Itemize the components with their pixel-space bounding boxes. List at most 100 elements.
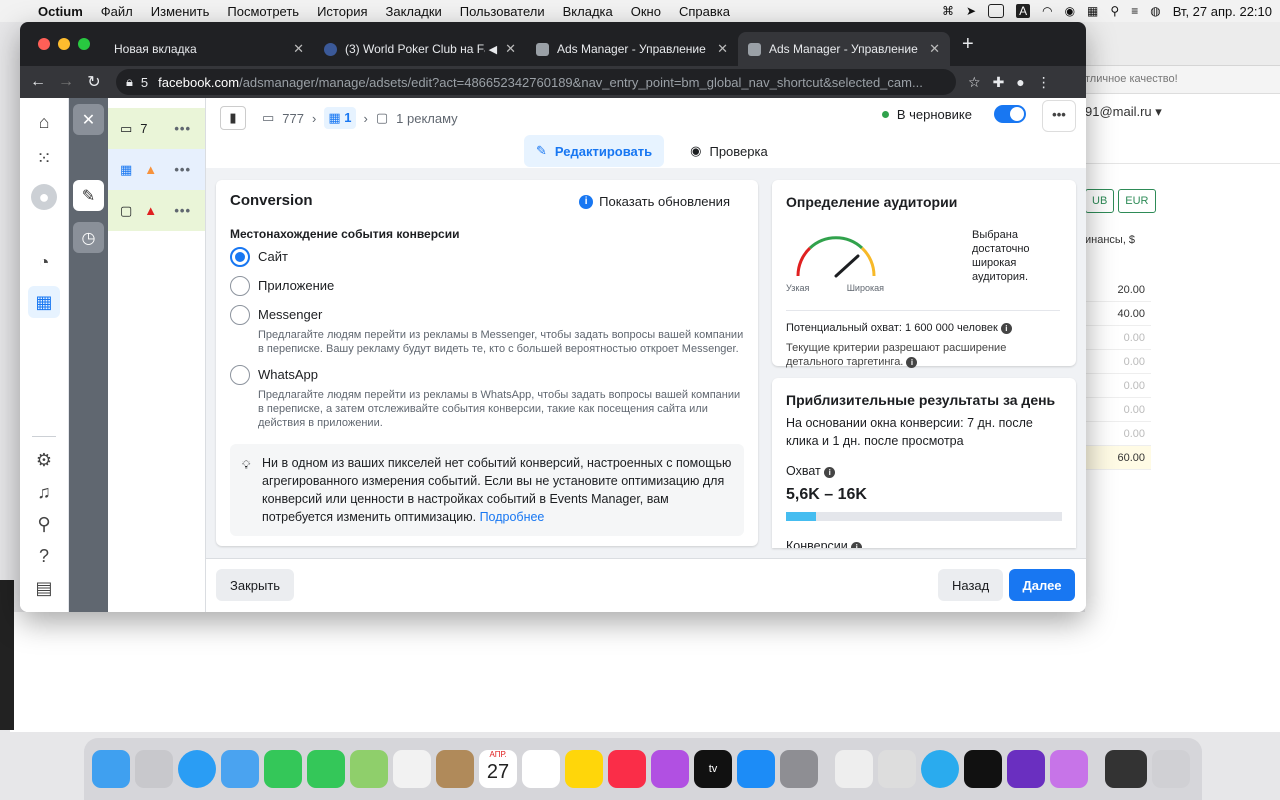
close-tab-icon[interactable]: ✕ xyxy=(929,41,940,57)
close-tab-icon[interactable]: ✕ xyxy=(293,41,304,57)
crumb-campaign[interactable]: 777 xyxy=(282,111,304,126)
close-window-button[interactable] xyxy=(38,38,50,50)
radio-option-whatsapp[interactable]: WhatsApp Предлагайте людям перейти из ре… xyxy=(230,365,744,430)
photos-icon[interactable] xyxy=(393,750,431,788)
history-clock-icon[interactable]: ◷ xyxy=(73,222,104,253)
telegram-icon[interactable] xyxy=(921,750,959,788)
radio-button[interactable] xyxy=(230,276,250,296)
siri-icon[interactable]: ◍ xyxy=(1150,4,1160,18)
new-tab-button[interactable]: + xyxy=(962,33,974,56)
apps-grid-icon[interactable]: ⁙ xyxy=(30,144,58,172)
close-button[interactable]: Закрыть xyxy=(216,569,295,601)
help-icon[interactable]: ? xyxy=(30,542,58,570)
spotlight-icon[interactable]: ⚲ xyxy=(1110,4,1119,18)
forward-icon[interactable]: → xyxy=(52,73,80,91)
browser-tab[interactable]: Ads Manager - Управление ре ✕ xyxy=(526,32,738,66)
back-button[interactable]: Назад xyxy=(938,569,1004,601)
edit-pencil-icon[interactable]: ✎ xyxy=(73,180,104,211)
maps-icon[interactable] xyxy=(350,750,388,788)
telegram-icon[interactable]: ➤ xyxy=(966,4,976,18)
safari-icon[interactable] xyxy=(178,750,216,788)
radio-option-messenger[interactable]: Messenger Предлагайте людям перейти из р… xyxy=(230,305,744,356)
tree-adset-row[interactable]: ▦ ▲ ••• xyxy=(108,149,205,190)
omnibox[interactable]: 🔒︎ 5 facebook.com/adsmanager/manage/adse… xyxy=(116,69,956,95)
launchpad-icon[interactable] xyxy=(135,750,173,788)
menu-item[interactable]: Посмотреть xyxy=(227,4,299,19)
info-icon[interactable]: i xyxy=(906,357,918,368)
currency-button[interactable]: UB xyxy=(1085,189,1115,213)
more-options-icon[interactable]: ••• xyxy=(174,121,191,136)
textedit-icon[interactable] xyxy=(835,750,873,788)
extensions-icon[interactable]: ✚ xyxy=(993,74,1005,91)
settings-gear-icon[interactable]: ⚙ xyxy=(30,446,58,474)
close-tab-icon[interactable]: ✕ xyxy=(505,41,516,57)
apple-tv-icon[interactable]: tv xyxy=(694,750,732,788)
reload-icon[interactable]: ↻ xyxy=(80,72,108,92)
info-icon[interactable]: i xyxy=(1000,323,1012,334)
menu-item[interactable]: Окно xyxy=(631,4,661,19)
menu-item[interactable]: Изменить xyxy=(151,4,210,19)
audio-icon[interactable]: ◀ xyxy=(489,43,497,56)
reports-icon[interactable]: ▤ xyxy=(30,574,58,602)
more-options-icon[interactable]: ••• xyxy=(174,203,191,218)
minimized-window-icon[interactable] xyxy=(1105,750,1147,788)
radio-button[interactable] xyxy=(230,365,250,385)
browser-tab[interactable]: (3) World Poker Club на Fa ◀ ✕ xyxy=(314,32,526,66)
ads-manager-table-icon[interactable]: ▦ xyxy=(28,286,60,318)
avatar[interactable]: ● xyxy=(31,184,57,210)
contacts-icon[interactable] xyxy=(436,750,474,788)
back-icon[interactable]: ← xyxy=(24,73,52,91)
draft-toggle[interactable] xyxy=(994,105,1026,123)
more-actions-button[interactable]: ••• xyxy=(1042,100,1076,132)
radio-option-app[interactable]: Приложение xyxy=(230,276,744,296)
menu-item[interactable]: Справка xyxy=(679,4,730,19)
radio-button[interactable] xyxy=(230,305,250,325)
tree-ad-row[interactable]: ▢ ▲ ••• xyxy=(108,190,205,231)
system-preferences-icon[interactable] xyxy=(780,750,818,788)
menu-item[interactable]: Пользователи xyxy=(460,4,545,19)
clock[interactable]: Вт, 27 апр. 22:10 xyxy=(1173,4,1272,19)
crumb-ads[interactable]: 1 рекламу xyxy=(396,111,458,126)
finder-icon[interactable] xyxy=(92,750,130,788)
info-icon[interactable]: i xyxy=(851,542,863,548)
app-store-icon[interactable] xyxy=(737,750,775,788)
menu-kebab-icon[interactable]: ⋮ xyxy=(1037,74,1051,91)
mail-icon[interactable] xyxy=(221,750,259,788)
music-icon[interactable] xyxy=(608,750,646,788)
app-icon[interactable] xyxy=(1007,750,1045,788)
printer-icon[interactable] xyxy=(878,750,916,788)
home-icon[interactable]: ⌂ xyxy=(30,108,58,136)
radio-option-website[interactable]: Сайт xyxy=(230,247,744,267)
close-editor-icon[interactable]: ✕ xyxy=(73,104,104,135)
search-icon[interactable]: ⚲ xyxy=(30,510,58,538)
bookmark-star-icon[interactable]: ☆ xyxy=(968,74,981,91)
crumb-adset[interactable]: ▦ 1 xyxy=(324,107,356,129)
keyboard-icon[interactable]: ▦ xyxy=(1087,4,1098,18)
radio-button-selected[interactable] xyxy=(230,247,250,267)
paste-icon[interactable]: ⌘ xyxy=(942,4,954,18)
menu-item[interactable]: Файл xyxy=(101,4,133,19)
podcasts-icon[interactable] xyxy=(651,750,689,788)
facetime-icon[interactable] xyxy=(264,750,302,788)
notifications-bell-icon[interactable]: ♫ xyxy=(30,478,58,506)
calendar-icon[interactable]: АПР. 27 xyxy=(479,750,517,788)
menu-item[interactable]: Закладки xyxy=(386,4,442,19)
learn-more-link[interactable]: Подробнее xyxy=(480,510,545,524)
reminders-icon[interactable] xyxy=(522,750,560,788)
show-updates-button[interactable]: i Показать обновления xyxy=(579,194,730,209)
terminal-icon[interactable] xyxy=(964,750,1002,788)
edit-mode-button[interactable]: ✎ Редактировать xyxy=(524,135,665,167)
close-tab-icon[interactable]: ✕ xyxy=(717,41,728,57)
zoom-window-button[interactable] xyxy=(78,38,90,50)
menu-item[interactable]: История xyxy=(317,4,367,19)
user-icon[interactable]: ◉ xyxy=(1065,4,1075,18)
browser-tab-active[interactable]: Ads Manager - Управление ре ✕ xyxy=(738,32,950,66)
notes-icon[interactable] xyxy=(565,750,603,788)
profile-icon[interactable]: ● xyxy=(1016,74,1024,90)
browser-tab[interactable]: Новая вкладка ✕ xyxy=(104,32,314,66)
next-button[interactable]: Далее xyxy=(1009,569,1075,601)
minimize-window-button[interactable] xyxy=(58,38,70,50)
control-center-icon[interactable]: ≡ xyxy=(1131,4,1138,18)
toggle-panel-icon[interactable]: ▮ xyxy=(220,106,246,130)
currency-button[interactable]: EUR xyxy=(1118,189,1156,213)
